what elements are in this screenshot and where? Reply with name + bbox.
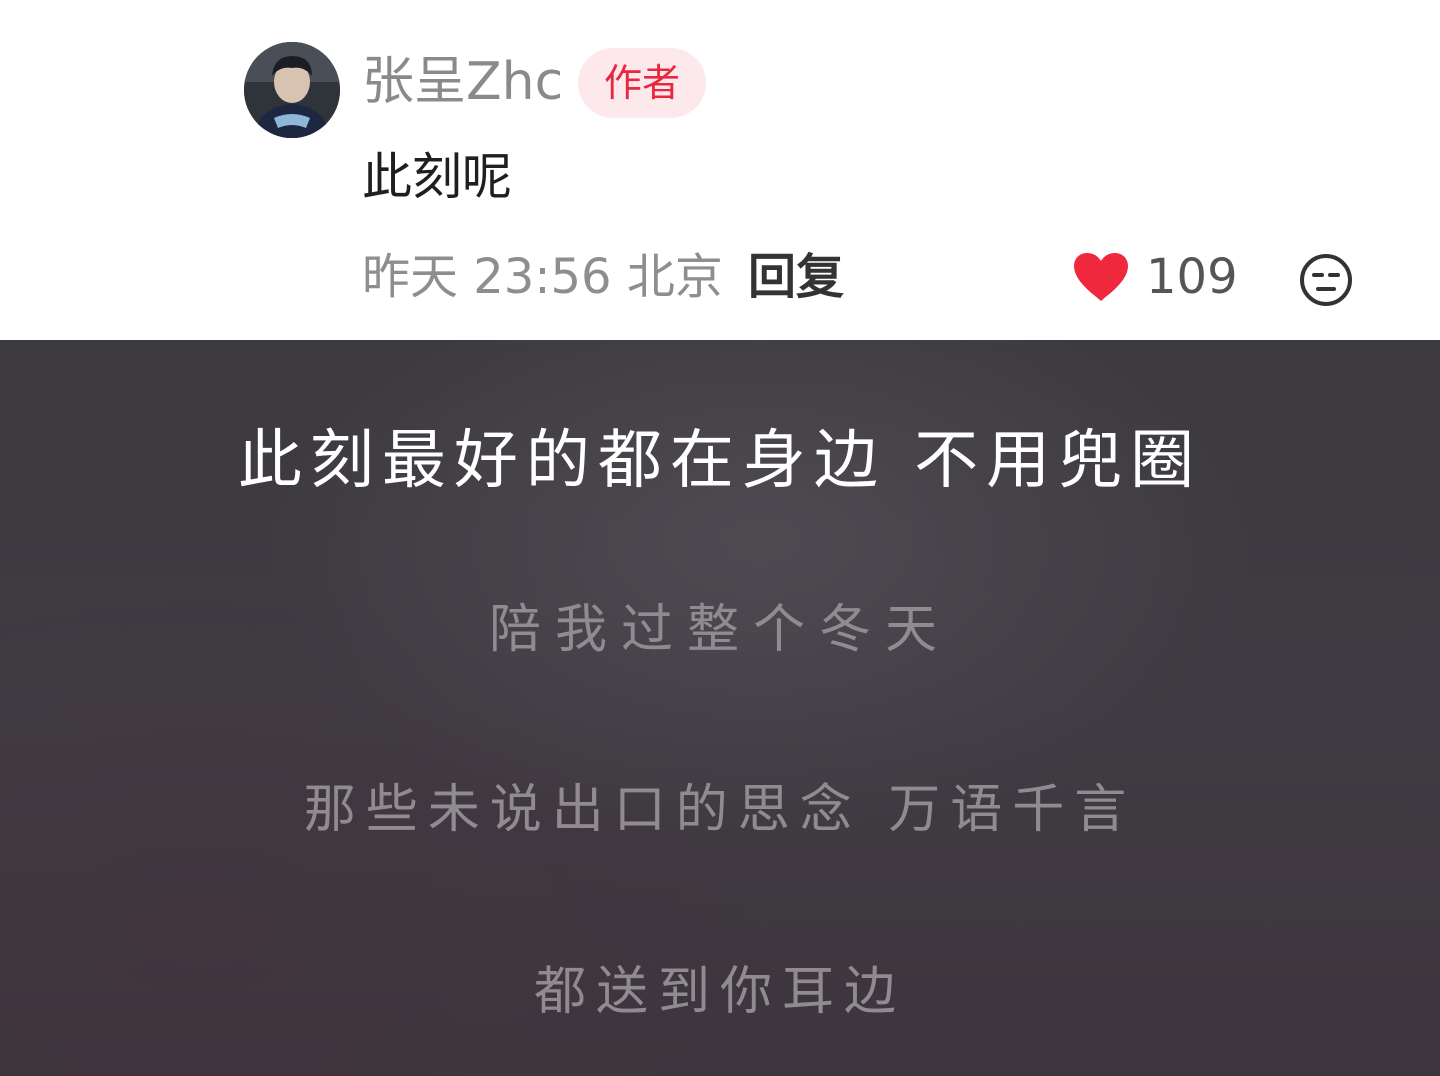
avatar[interactable] bbox=[244, 42, 340, 138]
lyric-current-line: 此刻最好的都在身边 不用兜圈 bbox=[237, 424, 1203, 498]
lyric-line: 陪我过整个冬天 bbox=[488, 600, 951, 660]
like-count: 109 bbox=[1146, 249, 1238, 305]
like-button[interactable]: 109 bbox=[1072, 246, 1238, 308]
author-badge: 作者 bbox=[578, 48, 706, 118]
emoji-reaction-button[interactable] bbox=[1298, 252, 1354, 308]
emoji-icon bbox=[1300, 254, 1352, 306]
lyric-line: 都送到你耳边 bbox=[533, 962, 906, 1022]
comment-timestamp: 昨天 23:56 北京 bbox=[362, 249, 723, 305]
lyric-line: 那些未说出口的思念 万语千言 bbox=[303, 780, 1137, 840]
heart-icon bbox=[1074, 253, 1128, 301]
comment-page: 张呈Zhc 作者 此刻呢 昨天 23:56 北京 回复 109 此刻最好的都在身… bbox=[0, 0, 1440, 1076]
comment-item: 张呈Zhc 作者 此刻呢 昨天 23:56 北京 回复 109 bbox=[0, 0, 1440, 340]
lyrics-panel: 此刻最好的都在身边 不用兜圈 陪我过整个冬天 那些未说出口的思念 万语千言 都送… bbox=[0, 340, 1440, 1076]
reply-button[interactable]: 回复 bbox=[748, 246, 844, 308]
username[interactable]: 张呈Zhc bbox=[362, 50, 563, 114]
comment-text: 此刻呢 bbox=[362, 148, 512, 206]
avatar-image bbox=[244, 42, 340, 138]
